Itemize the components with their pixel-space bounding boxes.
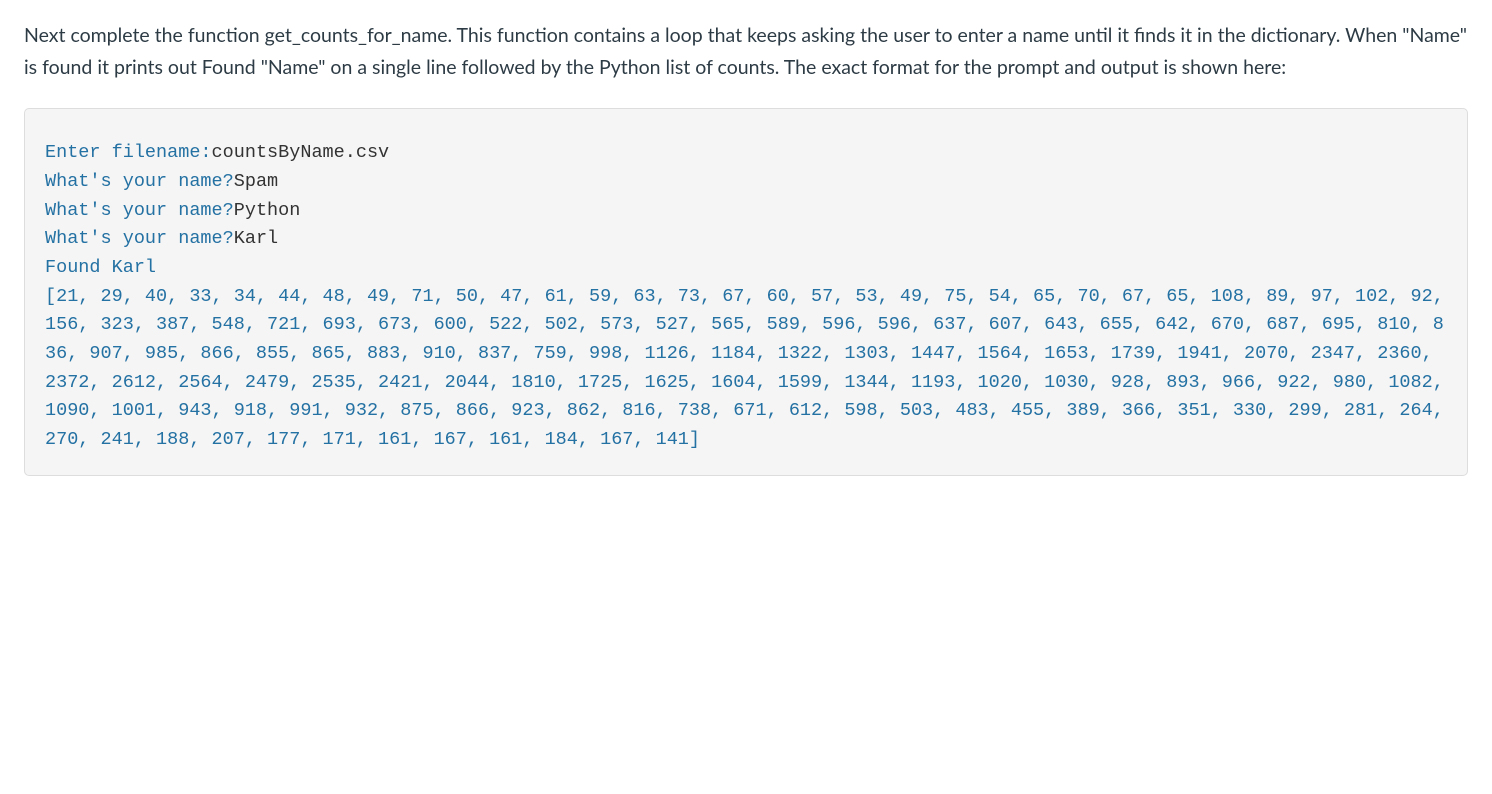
instruction-paragraph: Next complete the function get_counts_fo…: [24, 20, 1468, 84]
input-name-2: Python: [234, 200, 301, 221]
prompt-name-2: What's your name?: [45, 200, 234, 221]
list-output: [21, 29, 40, 33, 34, 44, 48, 49, 71, 50,…: [45, 286, 1455, 450]
prompt-filename: Enter filename:: [45, 142, 212, 163]
instruction-text: Next complete the function get_counts_fo…: [24, 24, 1467, 79]
input-name-3: Karl: [234, 228, 278, 249]
prompt-name-3: What's your name?: [45, 228, 234, 249]
input-filename: countsByName.csv: [212, 142, 390, 163]
prompt-name-1: What's your name?: [45, 171, 234, 192]
found-output: Found Karl: [45, 257, 156, 278]
input-name-1: Spam: [234, 171, 278, 192]
code-output-block: Enter filename:countsByName.csv What's y…: [24, 108, 1468, 475]
